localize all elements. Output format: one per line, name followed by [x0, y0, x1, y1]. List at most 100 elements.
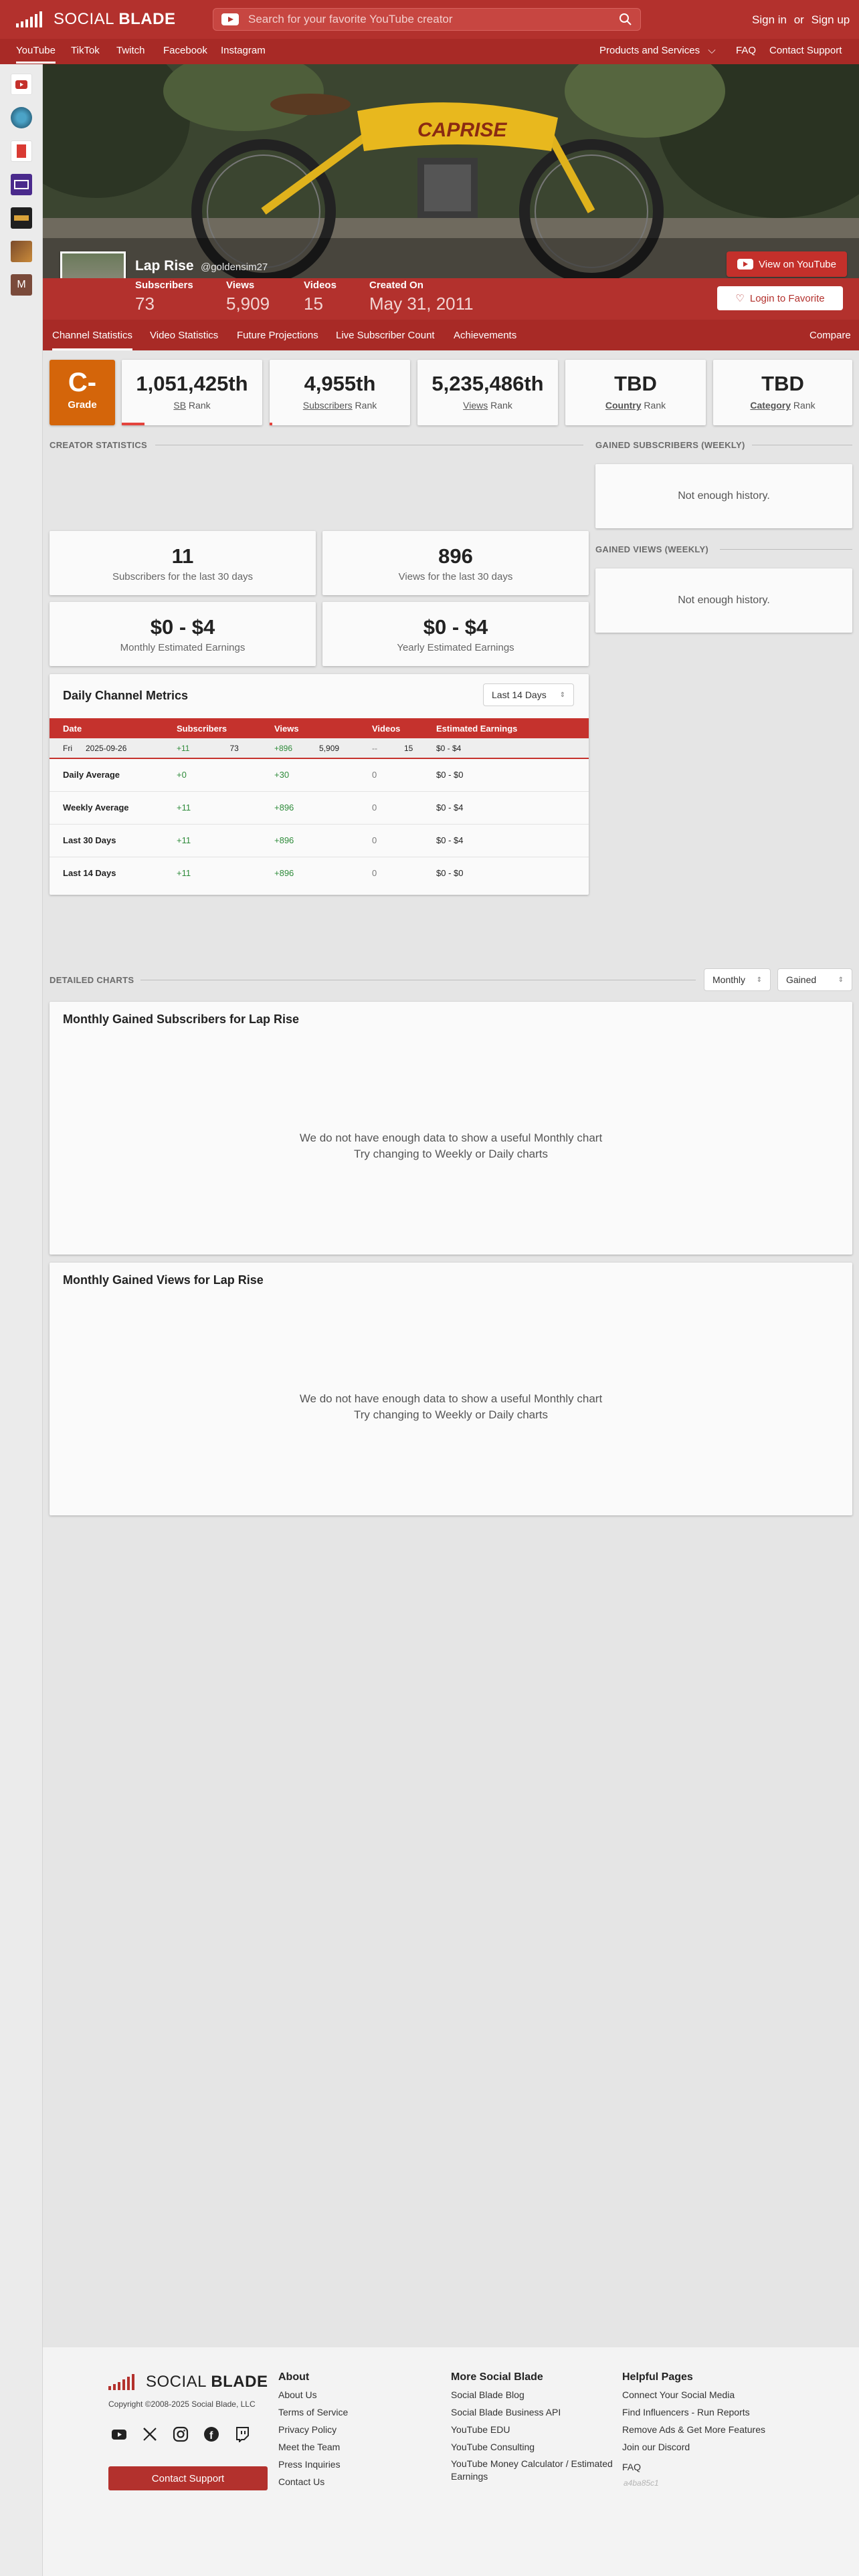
footer-link[interactable]: Press Inquiries	[278, 2456, 439, 2473]
monthly-earnings-card: $0 - $4 Monthly Estimated Earnings	[50, 602, 316, 666]
videos-label: Videos	[304, 280, 337, 291]
film-icon[interactable]	[11, 174, 32, 195]
user-m-icon[interactable]: M	[11, 274, 32, 296]
header-earnings: Estimated Earnings	[436, 723, 518, 734]
nav-instagram[interactable]: Instagram	[221, 45, 266, 56]
footer-link[interactable]: Connect Your Social Media	[622, 2386, 796, 2403]
footer-link[interactable]: Remove Ads & Get More Features	[622, 2421, 796, 2438]
footer-link-faq[interactable]: FAQ	[622, 2458, 641, 2476]
rank-label-link[interactable]: SB	[173, 400, 186, 411]
left-sidebar: M	[0, 64, 43, 2576]
summary-earnings: $0 - $4	[436, 835, 464, 845]
view-on-youtube-button[interactable]: View on YouTube	[727, 251, 847, 277]
footer-link[interactable]: Join our Discord	[622, 2438, 796, 2456]
svg-text:f: f	[209, 2430, 213, 2442]
summary-videos: Videos 15	[304, 280, 337, 314]
channel-name: Lap Rise	[135, 258, 194, 274]
header-date: Date	[63, 723, 82, 734]
mode-select[interactable]: Gained ⇕	[777, 968, 852, 991]
not-enough-history: Not enough history.	[678, 490, 770, 502]
footer-link[interactable]: Find Influencers - Run Reports	[622, 2403, 796, 2421]
weekly-subscribers-card: Not enough history.	[595, 464, 852, 528]
chart-empty-message: We do not have enough data to show a use…	[50, 1391, 852, 1423]
search-bar[interactable]	[213, 8, 641, 31]
views-label: Views	[226, 280, 255, 291]
nav-tiktok[interactable]: TikTok	[71, 45, 100, 56]
range-select-value: Last 14 Days	[492, 689, 547, 700]
row-views-total: 5,909	[319, 743, 340, 753]
footer-link[interactable]: Privacy Policy	[278, 2421, 439, 2438]
footer-link[interactable]: Terms of Service	[278, 2403, 439, 2421]
bookmark-icon[interactable]	[11, 241, 32, 262]
products-label: Products and Services	[599, 45, 700, 56]
yearly-earnings-label: Yearly Estimated Earnings	[397, 642, 514, 653]
subscribers-chart-title: Monthly Gained Subscribers for Lap Rise	[63, 1012, 300, 1026]
footer-link[interactable]: YouTube Money Calculator / Estimated Ear…	[451, 2458, 618, 2483]
nav-products[interactable]: Products and Services ⌵	[599, 45, 716, 56]
logo-text: SOCIAL BLADE	[54, 10, 176, 28]
header-videos: Videos	[372, 723, 401, 734]
footer-link[interactable]: Meet the Team	[278, 2438, 439, 2456]
nav-facebook[interactable]: Facebook	[163, 45, 207, 56]
footer-link[interactable]: About Us	[278, 2386, 439, 2403]
summary-row: Daily Average +0 +30 0 $0 - $0	[50, 758, 589, 791]
empty-line-2: Try changing to Weekly or Daily charts	[353, 1148, 549, 1160]
summary-videos: 0	[372, 770, 377, 780]
tab-live-subscriber-count[interactable]: Live Subscriber Count	[336, 330, 435, 341]
rank-label-link[interactable]: Country	[605, 400, 642, 411]
videos-value: 15	[304, 294, 323, 314]
youtube-icon[interactable]	[111, 2426, 127, 2442]
login-to-favorite-label: Login to Favorite	[749, 292, 825, 304]
tab-future-projections[interactable]: Future Projections	[237, 330, 318, 341]
footer-link[interactable]: Social Blade Blog	[451, 2386, 618, 2403]
rank-label-link[interactable]: Subscribers	[303, 400, 353, 411]
youtube-icon[interactable]	[11, 74, 32, 95]
tab-video-statistics[interactable]: Video Statistics	[150, 330, 218, 341]
x-twitter-icon[interactable]	[142, 2426, 158, 2442]
nav-faq[interactable]: FAQ	[736, 45, 756, 56]
channel-banner: CAPRISE	[43, 64, 859, 278]
subscribers-chart-card: Monthly Gained Subscribers for Lap Rise …	[50, 1002, 852, 1255]
gained-views-weekly-title: Gained Views (Weekly)	[595, 544, 709, 554]
summary-label: Last 14 Days	[63, 868, 116, 879]
rank-card-sb: 1,051,425th SB Rank	[122, 360, 262, 425]
news-icon[interactable]	[11, 207, 32, 229]
platform-nav: YouTube TikTok Twitch Facebook Instagram…	[0, 39, 859, 64]
facebook-icon[interactable]: f	[203, 2426, 219, 2442]
instagram-icon[interactable]	[173, 2426, 189, 2442]
nav-youtube[interactable]: YouTube	[16, 45, 56, 64]
rank-value: 4,955th	[304, 372, 376, 395]
rank-label-link[interactable]: Category	[750, 400, 791, 411]
table-row: Fri 2025-09-26 +11 73 +896 5,909 -- 15 $0 - …	[50, 738, 589, 758]
calendar-icon[interactable]	[11, 140, 32, 162]
yearly-earnings-card: $0 - $4 Yearly Estimated Earnings	[322, 602, 589, 666]
twitch-icon[interactable]	[234, 2426, 250, 2442]
nav-twitch[interactable]: Twitch	[116, 45, 145, 56]
search-input[interactable]	[248, 13, 619, 26]
footer-link[interactable]: Social Blade Business API	[451, 2403, 618, 2421]
footer-logo-text: SOCIAL BLADE	[146, 2373, 268, 2391]
compare-link[interactable]: Compare	[809, 330, 851, 341]
daily-metrics-title: Daily Channel Metrics	[63, 689, 189, 702]
site-logo[interactable]: SOCIAL BLADE	[16, 10, 175, 29]
tab-achievements[interactable]: Achievements	[454, 330, 516, 341]
footer-logo[interactable]: SOCIAL BLADE	[108, 2373, 268, 2391]
rank-label-link[interactable]: Views	[463, 400, 488, 411]
footer-link[interactable]: Contact Us	[278, 2473, 439, 2490]
footer-link[interactable]: YouTube Consulting	[451, 2438, 618, 2456]
globe-icon[interactable]	[11, 107, 32, 128]
tab-channel-statistics[interactable]: Channel Statistics	[52, 330, 133, 350]
summary-created: Created On May 31, 2011	[369, 280, 474, 314]
footer-contact-support-button[interactable]: Contact Support	[108, 2466, 268, 2490]
sign-up-link[interactable]: Sign up	[812, 13, 850, 26]
sign-in-link[interactable]: Sign in	[752, 13, 787, 26]
footer-link[interactable]: YouTube EDU	[451, 2421, 618, 2438]
nav-contact[interactable]: Contact Support	[769, 45, 842, 56]
login-to-favorite-button[interactable]: ♡ Login to Favorite	[717, 286, 843, 310]
period-select[interactable]: Monthly ⇕	[704, 968, 771, 991]
metrics-header-row: Date Subscribers Views Videos Estimated …	[50, 718, 589, 738]
range-select[interactable]: Last 14 Days ⇕	[483, 683, 574, 706]
header-subscribers: Subscribers	[177, 723, 227, 734]
auth-links: Sign in or Sign up	[752, 13, 850, 27]
search-icon[interactable]	[619, 13, 632, 26]
